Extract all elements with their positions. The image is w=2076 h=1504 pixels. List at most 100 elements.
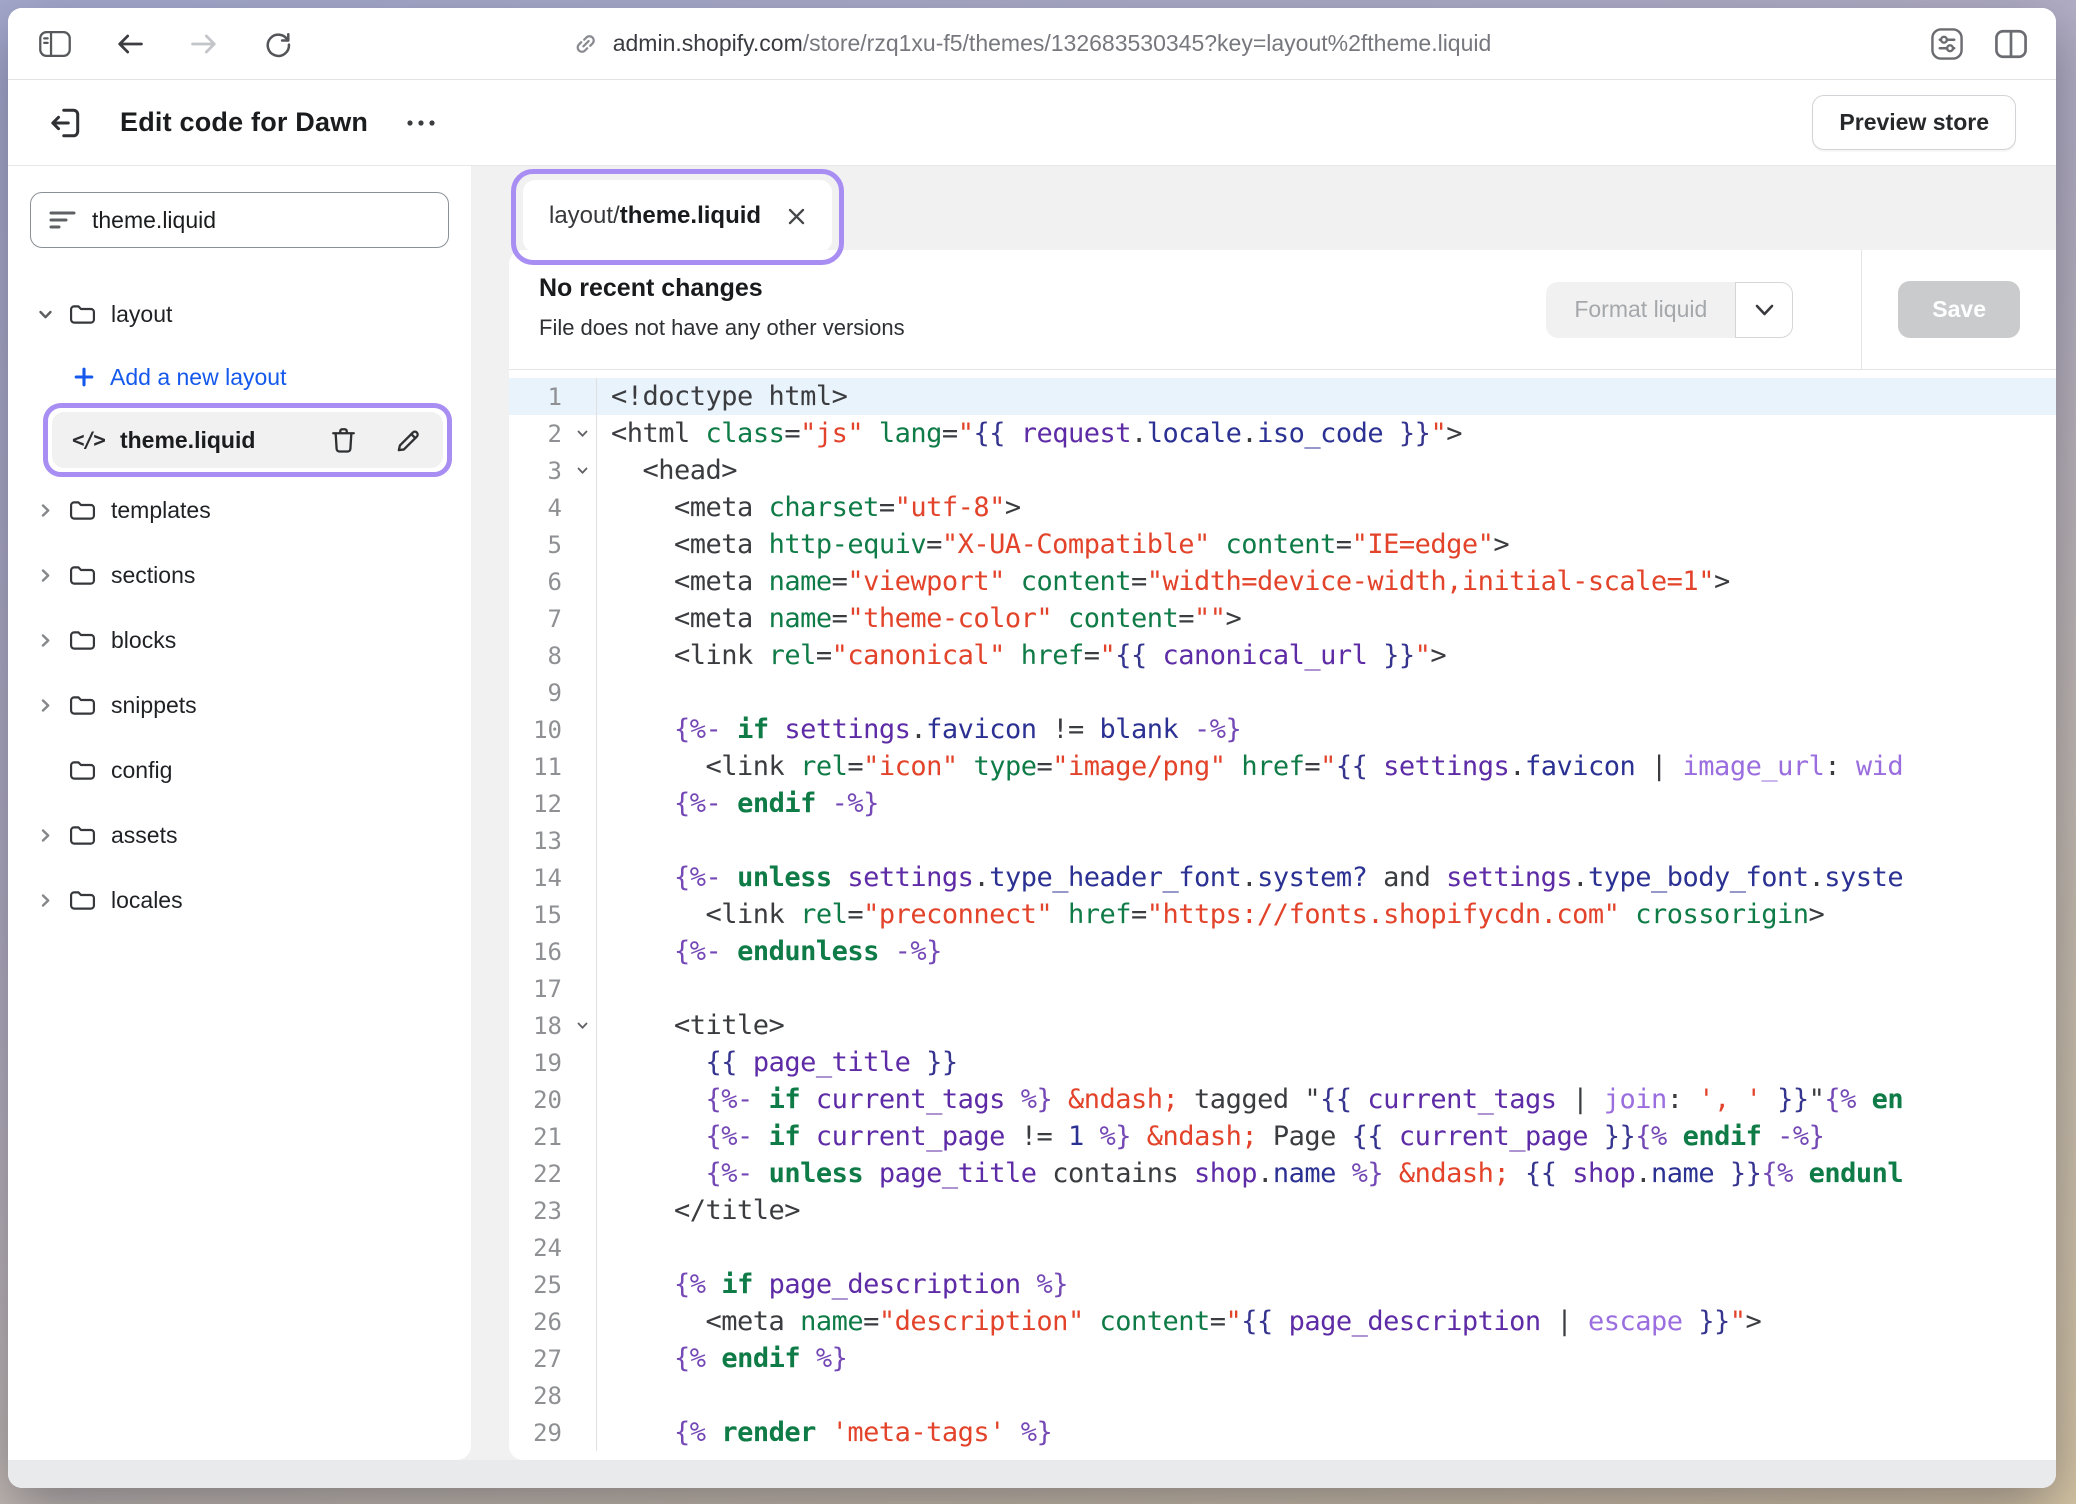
code-line-6[interactable]: 6 <meta name="viewport" content="width=d…: [509, 563, 2056, 600]
tree-folder-blocks[interactable]: blocks: [8, 612, 457, 668]
page-title: Edit code for Dawn: [120, 107, 368, 138]
code-line-9[interactable]: 9: [509, 674, 2056, 711]
address-bar[interactable]: admin.shopify.com/store/rzq1xu-f5/themes…: [573, 30, 1492, 57]
tab-theme-liquid[interactable]: layout/theme.liquid: [523, 180, 832, 252]
code-line-23[interactable]: 23 </title>: [509, 1192, 2056, 1229]
ellipsis-icon[interactable]: [404, 117, 438, 129]
code-text: {%- unless page_title contains shop.name…: [611, 1158, 1903, 1189]
code-line-1[interactable]: 1<!doctype html>: [509, 378, 2056, 415]
chevron-right-icon[interactable]: [36, 827, 54, 844]
code-line-12[interactable]: 12 {%- endif -%}: [509, 785, 2056, 822]
tree-file-theme.liquid[interactable]: </>theme.liquid: [52, 412, 443, 468]
back-icon[interactable]: [114, 29, 146, 59]
page-settings-icon[interactable]: [1930, 27, 1964, 61]
format-dropdown-toggle[interactable]: [1735, 282, 1793, 338]
line-number: 22: [509, 1160, 568, 1188]
code-text: <meta http-equiv="X-UA-Compatible" conte…: [611, 529, 1509, 560]
editor-header: No recent changes File does not have any…: [509, 250, 2056, 370]
line-number: 15: [509, 901, 568, 929]
line-number: 9: [509, 679, 568, 707]
pencil-icon[interactable]: [394, 426, 423, 455]
code-line-26[interactable]: 26 <meta name="description" content="{{ …: [509, 1303, 2056, 1340]
code-line-28[interactable]: 28: [509, 1377, 2056, 1414]
tree-folder-assets[interactable]: assets: [8, 807, 457, 863]
chevron-right-icon[interactable]: [36, 892, 54, 909]
code-file-icon: </>: [72, 428, 104, 452]
add-new-layout-link[interactable]: Add a new layout: [8, 351, 457, 403]
line-number: 16: [509, 938, 568, 966]
fold-toggle-icon[interactable]: [568, 464, 596, 477]
code-text: {%- if settings.favicon != blank -%}: [611, 714, 1241, 745]
code-line-15[interactable]: 15 <link rel="preconnect" href="https://…: [509, 896, 2056, 933]
code-line-8[interactable]: 8 <link rel="canonical" href="{{ canonic…: [509, 637, 2056, 674]
code-line-5[interactable]: 5 <meta http-equiv="X-UA-Compatible" con…: [509, 526, 2056, 563]
gutter: 15: [509, 896, 597, 933]
format-liquid-label: Format liquid: [1546, 282, 1735, 338]
preview-store-button[interactable]: Preview store: [1812, 95, 2016, 150]
tree-folder-sections[interactable]: sections: [8, 547, 457, 603]
code-line-24[interactable]: 24: [509, 1229, 2056, 1266]
code-line-10[interactable]: 10 {%- if settings.favicon != blank -%}: [509, 711, 2056, 748]
save-button[interactable]: Save: [1898, 281, 2020, 338]
chevron-down-icon[interactable]: [36, 306, 54, 323]
file-search-input[interactable]: theme.liquid: [30, 192, 449, 248]
folder-label: layout: [111, 301, 172, 328]
code-line-25[interactable]: 25 {% if page_description %}: [509, 1266, 2056, 1303]
chevron-right-icon[interactable]: [36, 697, 54, 714]
code-line-18[interactable]: 18 <title>: [509, 1007, 2056, 1044]
tree-folder-layout[interactable]: layout: [8, 286, 457, 342]
code-text: {%- endunless -%}: [611, 936, 942, 967]
gutter: 28: [509, 1377, 597, 1414]
code-line-29[interactable]: 29 {% render 'meta-tags' %}: [509, 1414, 2056, 1451]
code-line-22[interactable]: 22 {%- unless page_title contains shop.n…: [509, 1155, 2056, 1192]
trash-icon[interactable]: [329, 426, 358, 455]
forward-icon[interactable]: [188, 29, 220, 59]
line-number: 6: [509, 568, 568, 596]
folder-icon: [69, 889, 96, 912]
line-number: 20: [509, 1086, 568, 1114]
gutter: 3: [509, 452, 597, 489]
format-liquid-button[interactable]: Format liquid: [1546, 282, 1793, 338]
chevron-right-icon[interactable]: [36, 632, 54, 649]
app-header: Edit code for Dawn Preview store: [8, 80, 2056, 166]
code-text: {% endif %}: [611, 1343, 847, 1374]
fold-toggle-icon[interactable]: [568, 427, 596, 440]
chevron-right-icon[interactable]: [36, 567, 54, 584]
line-number: 28: [509, 1382, 568, 1410]
code-line-20[interactable]: 20 {%- if current_tags %} &ndash; tagged…: [509, 1081, 2056, 1118]
window-bottom-strip: [8, 1460, 2056, 1488]
tree-folder-snippets[interactable]: snippets: [8, 677, 457, 733]
line-number: 24: [509, 1234, 568, 1262]
browser-chrome: admin.shopify.com/store/rzq1xu-f5/themes…: [8, 8, 2056, 80]
code-line-27[interactable]: 27 {% endif %}: [509, 1340, 2056, 1377]
tree-folder-templates[interactable]: templates: [8, 482, 457, 538]
folder-label: blocks: [111, 627, 176, 654]
code-line-16[interactable]: 16 {%- endunless -%}: [509, 933, 2056, 970]
code-line-11[interactable]: 11 <link rel="icon" type="image/png" hre…: [509, 748, 2056, 785]
gutter: 13: [509, 822, 597, 859]
reload-icon[interactable]: [262, 28, 294, 60]
code-line-13[interactable]: 13: [509, 822, 2056, 859]
code-line-4[interactable]: 4 <meta charset="utf-8">: [509, 489, 2056, 526]
code-line-2[interactable]: 2<html class="js" lang="{{ request.local…: [509, 415, 2056, 452]
sidebar-toggle-icon[interactable]: [38, 29, 72, 59]
tree-folder-config[interactable]: config: [8, 742, 457, 798]
code-line-14[interactable]: 14 {%- unless settings.type_header_font.…: [509, 859, 2056, 896]
code-line-21[interactable]: 21 {%- if current_page != 1 %} &ndash; P…: [509, 1118, 2056, 1155]
gutter: 25: [509, 1266, 597, 1303]
split-view-icon[interactable]: [1994, 28, 2028, 60]
code-line-19[interactable]: 19 {{ page_title }}: [509, 1044, 2056, 1081]
line-number: 8: [509, 642, 568, 670]
tree-folder-locales[interactable]: locales: [8, 872, 457, 928]
exit-icon[interactable]: [48, 105, 84, 141]
code-line-17[interactable]: 17: [509, 970, 2056, 1007]
code-line-7[interactable]: 7 <meta name="theme-color" content="">: [509, 600, 2056, 637]
code-line-3[interactable]: 3 <head>: [509, 452, 2056, 489]
line-number: 3: [509, 457, 568, 485]
line-number: 19: [509, 1049, 568, 1077]
close-icon[interactable]: [787, 207, 806, 226]
fold-toggle-icon[interactable]: [568, 1019, 596, 1032]
chevron-right-icon[interactable]: [36, 502, 54, 519]
code-text: {{ page_title }}: [611, 1047, 958, 1078]
code-editor[interactable]: 1<!doctype html>2<html class="js" lang="…: [509, 370, 2056, 1460]
